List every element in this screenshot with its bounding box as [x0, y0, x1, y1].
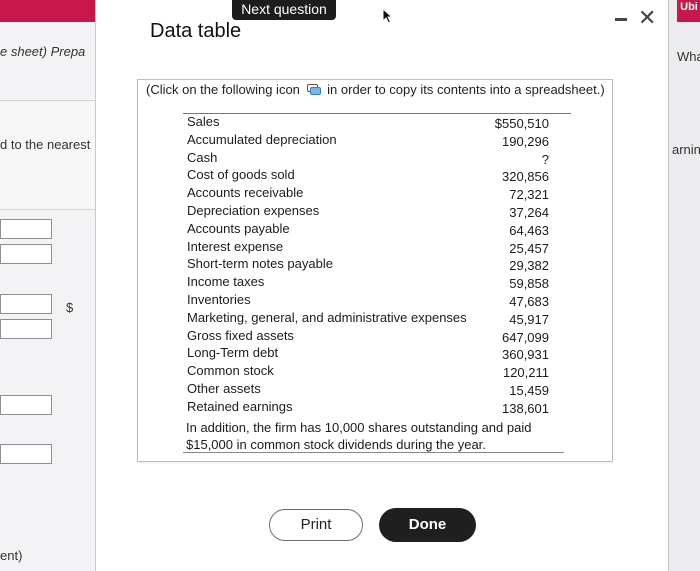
- row-value: 37,264: [509, 204, 549, 220]
- table-row: Long-Term debt 360,931: [187, 344, 549, 362]
- row-label: Inventories: [187, 291, 251, 307]
- table-row: Retained earnings 138,601: [187, 398, 549, 416]
- row-label: Other assets: [187, 380, 261, 396]
- row-label: Cash: [187, 149, 218, 165]
- next-question-tooltip: Next question: [232, 0, 336, 20]
- close-icon[interactable]: ✕: [638, 6, 656, 30]
- row-value: 647,099: [502, 329, 549, 345]
- minimize-icon[interactable]: [615, 18, 627, 21]
- table-row: Cash?: [187, 149, 549, 167]
- row-value: 320,856: [502, 169, 549, 185]
- row-value: 59,858: [509, 276, 549, 292]
- table-row: Cost of goods sold 320,856: [187, 166, 549, 184]
- done-button[interactable]: Done: [379, 508, 476, 542]
- background-answer-box[interactable]: [0, 294, 52, 314]
- row-label: Accumulated depreciation: [187, 131, 337, 147]
- row-value: $550,510: [494, 116, 549, 131]
- background-answer-box[interactable]: [0, 319, 52, 339]
- background-right-panel: Ubi Wha arnin: [668, 0, 700, 571]
- row-label: Marketing, general, and administrative e…: [187, 309, 467, 325]
- background-text-earning: arnin: [672, 142, 700, 157]
- row-label: Retained earnings: [187, 398, 293, 414]
- row-label: Sales: [187, 114, 220, 129]
- instruction-text-before: (Click on the following icon: [146, 82, 300, 97]
- row-value: 29,382: [509, 258, 549, 274]
- background-header-bar: [0, 0, 95, 22]
- row-label: Long-Term debt: [187, 345, 279, 361]
- background-text-what: Wha: [677, 49, 700, 64]
- row-value: 120,211: [502, 365, 549, 381]
- row-label: Cost of goods sold: [187, 167, 295, 183]
- table-row: Marketing, general, and administrative e…: [187, 309, 549, 327]
- row-label: Depreciation expenses: [187, 202, 320, 218]
- table-row: Income taxes 59,858: [187, 273, 549, 291]
- table-row: Short-term notes payable 29,382: [187, 255, 549, 273]
- row-label: Common stock: [187, 363, 274, 379]
- row-label: Income taxes: [187, 274, 265, 290]
- background-dollar-sign: $: [66, 300, 74, 315]
- row-label: Short-term notes payable: [187, 256, 333, 272]
- background-badge: Ubi: [677, 0, 700, 22]
- background-answer-box[interactable]: [0, 395, 52, 415]
- background-text-nearest: d to the nearest: [0, 137, 91, 152]
- background-answer-box[interactable]: [0, 219, 52, 239]
- row-value: 360,931: [502, 347, 549, 363]
- row-value: 64,463: [509, 222, 549, 238]
- table-footnote: In addition, the firm has 10,000 shares …: [186, 420, 532, 452]
- table-row: Depreciation expenses 37,264: [187, 202, 549, 220]
- row-value: 25,457: [509, 240, 549, 256]
- background-text-prepare: e sheet) Prepa: [0, 44, 86, 59]
- table-row: Sales $550,510: [187, 113, 549, 131]
- row-value: 15,459: [509, 382, 549, 398]
- table-row: Accounts payable 64,463: [187, 220, 549, 238]
- background-left-panel: e sheet) Prepa d to the nearest $ ent): [0, 0, 96, 571]
- row-value: 72,321: [509, 187, 549, 203]
- copy-instruction: (Click on the following icon in order to…: [146, 82, 605, 97]
- row-label: Accounts payable: [187, 220, 290, 236]
- row-label: Accounts receivable: [187, 185, 304, 201]
- row-value: ?: [541, 151, 549, 167]
- row-value: 138,601: [502, 400, 549, 416]
- background-text-percent: ent): [0, 548, 23, 563]
- table-row: Accumulated depreciation 190,296: [187, 131, 549, 149]
- row-label: Interest expense: [187, 238, 284, 254]
- background-answer-box[interactable]: [0, 444, 52, 464]
- copy-icon[interactable]: [306, 84, 321, 95]
- financial-data-table: Sales $550,510 Accumulated depreciation 19…: [187, 113, 549, 416]
- background-answer-box[interactable]: [0, 244, 52, 264]
- row-value: 190,296: [502, 133, 549, 149]
- instruction-text-after: in order to copy its contents into a spr…: [327, 82, 605, 97]
- table-row: Inventories 47,683: [187, 291, 549, 309]
- mouse-cursor-icon: [382, 8, 394, 24]
- table-bottom-rule: [183, 452, 564, 453]
- dialog-title: Data table: [150, 20, 242, 42]
- table-row: Interest expense 25,457: [187, 238, 549, 256]
- background-band: [0, 100, 95, 210]
- table-row: Gross fixed assets 647,099: [187, 327, 549, 345]
- row-value: 45,917: [509, 311, 549, 327]
- table-row: Common stock 120,211: [187, 362, 549, 380]
- row-label: Gross fixed assets: [187, 327, 294, 343]
- row-value: 47,683: [509, 293, 549, 309]
- table-row: Other assets 15,459: [187, 380, 549, 398]
- table-row: Accounts receivable 72,321: [187, 184, 549, 202]
- print-button[interactable]: Print: [269, 509, 363, 541]
